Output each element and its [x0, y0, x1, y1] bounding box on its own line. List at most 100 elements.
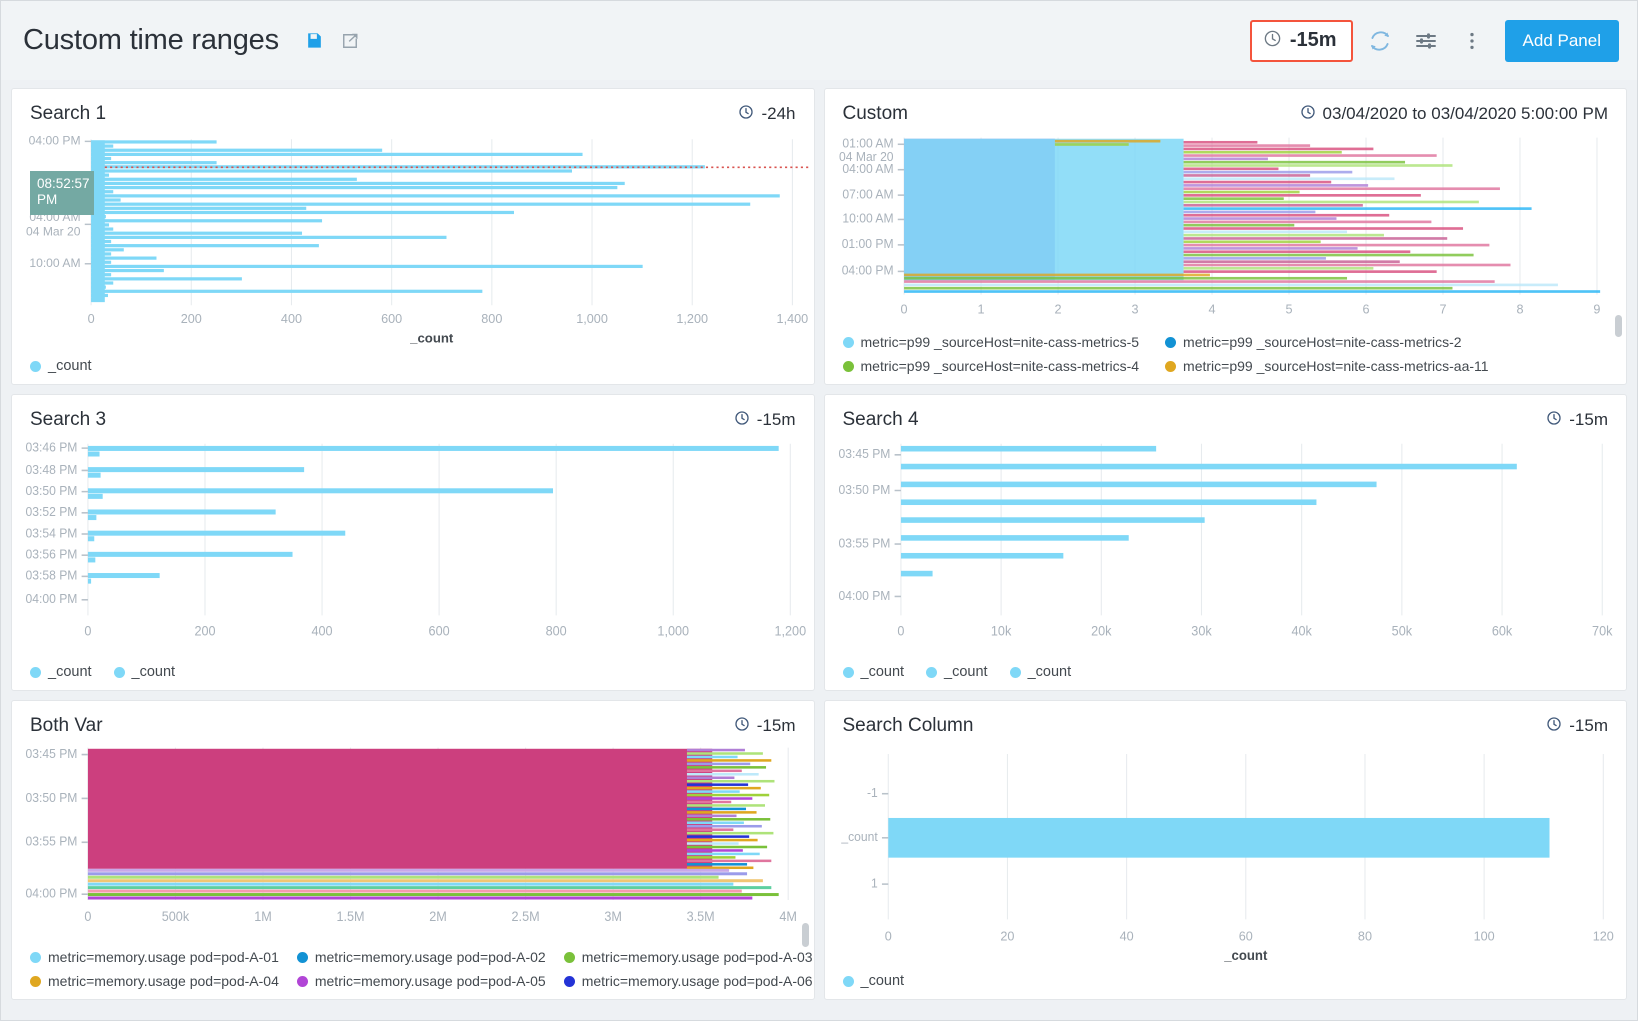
- svg-text:3M: 3M: [604, 908, 622, 924]
- filter-settings-icon[interactable]: [1407, 22, 1445, 60]
- chart-search-column[interactable]: -1 _count 1 0 20 40 60 80 100 120: [825, 743, 1627, 969]
- clock-icon: [1263, 29, 1282, 53]
- svg-text:03:50 PM: 03:50 PM: [26, 789, 78, 805]
- chart-search-3[interactable]: 03:46 PM 03:48 PM 03:50 PM 03:52 PM 03:5…: [12, 437, 814, 660]
- panel-time-range[interactable]: 03/04/2020 to 03/04/2020 5:00:00 PM: [1300, 104, 1608, 125]
- panel-header: Search 1 -24h: [12, 89, 814, 131]
- legend-color-dot: [1165, 361, 1176, 372]
- panel-time-range[interactable]: -15m: [1546, 410, 1608, 431]
- svg-text:1.5M: 1.5M: [336, 908, 364, 924]
- legend-item[interactable]: metric=memory.usage pod=pod-A-04: [30, 973, 279, 989]
- more-options-icon[interactable]: [1453, 22, 1491, 60]
- x-axis-label: _count: [409, 331, 454, 346]
- legend-color-dot: [30, 976, 41, 987]
- legend-item[interactable]: _count: [30, 358, 92, 374]
- svg-text:3.5M: 3.5M: [687, 908, 715, 924]
- svg-text:03:55 PM: 03:55 PM: [26, 833, 78, 849]
- panel-title: Search 3: [30, 409, 106, 431]
- panel-title: Both Var: [30, 715, 103, 737]
- panel-header: Custom 03/04/2020 to 03/04/2020 5:00:00 …: [825, 89, 1627, 131]
- svg-text:0: 0: [84, 908, 91, 924]
- svg-text:03:50 PM: 03:50 PM: [26, 484, 78, 498]
- panel-time-label: -15m: [757, 716, 796, 736]
- panel-time-range[interactable]: -15m: [734, 410, 796, 431]
- chart-search-4[interactable]: 03:45 PM 03:50 PM 03:55 PM 04:00 PM 0 10…: [825, 437, 1627, 660]
- svg-text:9: 9: [1593, 301, 1600, 316]
- legend-item[interactable]: metric=memory.usage pod=pod-A-01: [30, 949, 279, 965]
- panel-time-label: -15m: [1569, 716, 1608, 736]
- legend-label: _count: [1028, 664, 1072, 680]
- legend-item[interactable]: _count: [30, 664, 92, 680]
- svg-text:1,200: 1,200: [774, 623, 806, 638]
- clock-icon: [1546, 716, 1562, 737]
- panel-title: Search 1: [30, 103, 106, 125]
- svg-text:20k: 20k: [1091, 623, 1112, 638]
- svg-text:600: 600: [429, 623, 450, 638]
- svg-text:200: 200: [181, 312, 202, 326]
- svg-text:4: 4: [1208, 301, 1215, 316]
- panel-time-label: -24h: [761, 104, 795, 124]
- legend-label: _count: [861, 664, 905, 680]
- svg-text:03:45 PM: 03:45 PM: [838, 447, 890, 461]
- legend-custom: metric=p99 _sourceHost=nite-cass-metrics…: [825, 330, 1627, 384]
- panel-chart-area: -1 _count 1 0 20 40 60 80 100 120: [825, 743, 1627, 969]
- save-icon[interactable]: [305, 31, 324, 50]
- legend-scrollbar[interactable]: [802, 923, 809, 947]
- legend-color-dot: [30, 361, 41, 372]
- legend-item[interactable]: _count: [843, 664, 905, 680]
- svg-text:03:52 PM: 03:52 PM: [26, 505, 78, 519]
- legend-item[interactable]: metric=memory.usage pod=pod-A-03: [564, 949, 813, 965]
- legend-item[interactable]: _count: [843, 973, 905, 989]
- legend-color-dot: [30, 667, 41, 678]
- legend-item[interactable]: metric=p99 _sourceHost=nite-cass-metrics…: [1165, 334, 1462, 350]
- legend-item[interactable]: _count: [926, 664, 988, 680]
- panel-grid: Search 1 -24h: [1, 80, 1637, 1010]
- panel-time-range[interactable]: -24h: [738, 104, 795, 125]
- svg-text:400: 400: [281, 312, 302, 326]
- legend-label: metric=memory.usage pod=pod-A-04: [48, 973, 279, 989]
- legend-item[interactable]: metric=p99 _sourceHost=nite-cass-metrics…: [843, 334, 1140, 350]
- svg-text:04 Mar 20: 04 Mar 20: [26, 225, 81, 239]
- legend-search-column: _count: [825, 969, 1627, 999]
- clock-icon: [738, 104, 754, 125]
- panel-time-range[interactable]: -15m: [734, 716, 796, 737]
- chart-svg: -1 _count 1 0 20 40 60 80 100 120: [825, 743, 1627, 969]
- legend-item[interactable]: _count: [1010, 664, 1072, 680]
- panel-search-1: Search 1 -24h: [11, 88, 815, 385]
- svg-text:04:00 PM: 04:00 PM: [838, 588, 890, 602]
- svg-text:03:54 PM: 03:54 PM: [26, 526, 78, 540]
- svg-text:01:00 AM: 01:00 AM: [842, 136, 893, 150]
- panel-time-range[interactable]: -15m: [1546, 716, 1608, 737]
- svg-text:500k: 500k: [162, 908, 190, 924]
- panel-time-label: -15m: [757, 410, 796, 430]
- legend-item[interactable]: _count: [114, 664, 176, 680]
- legend-item[interactable]: metric=p99 _sourceHost=nite-cass-metrics…: [1165, 358, 1489, 374]
- time-range-picker[interactable]: -15m: [1250, 20, 1353, 62]
- chart-scrollbar[interactable]: [1615, 315, 1622, 337]
- legend-item[interactable]: metric=p99 _sourceHost=nite-cass-metrics…: [843, 358, 1140, 374]
- chart-both-var[interactable]: 03:45 PM 03:50 PM 03:55 PM 04:00 PM 0 50…: [12, 743, 814, 945]
- dashboard-root: Custom time ranges: [0, 0, 1638, 1021]
- export-icon[interactable]: [340, 31, 360, 51]
- legend-label: metric=p99 _sourceHost=nite-cass-metrics…: [861, 358, 1140, 374]
- svg-text:03:50 PM: 03:50 PM: [838, 483, 890, 497]
- legend-item[interactable]: metric=memory.usage pod=pod-A-02: [297, 949, 546, 965]
- refresh-icon[interactable]: [1361, 22, 1399, 60]
- add-panel-button[interactable]: Add Panel: [1505, 20, 1619, 62]
- page-title: Custom time ranges: [23, 24, 279, 57]
- svg-text:60k: 60k: [1491, 623, 1512, 638]
- legend-item[interactable]: metric=memory.usage pod=pod-A-06: [564, 973, 813, 989]
- panel-chart-area: 01:00 AM 04 Mar 20 04:00 AM 07:00 AM 10:…: [825, 131, 1627, 330]
- legend-label: _count: [944, 664, 988, 680]
- x-axis-label: _count: [1223, 948, 1268, 963]
- svg-text:0: 0: [897, 623, 904, 638]
- svg-text:0: 0: [884, 928, 891, 943]
- panel-title: Search Column: [843, 715, 974, 737]
- bar: [888, 818, 1549, 858]
- svg-text:03:45 PM: 03:45 PM: [26, 745, 78, 761]
- chart-search-1[interactable]: 04:00 PM 04:00 AM 04 Mar 20 10:00 AM 0 2…: [12, 131, 814, 354]
- legend-item[interactable]: metric=memory.usage pod=pod-A-05: [297, 973, 546, 989]
- panel-search-column: Search Column -15m: [824, 700, 1628, 1000]
- legend-label: _count: [48, 664, 92, 680]
- chart-custom[interactable]: 01:00 AM 04 Mar 20 04:00 AM 07:00 AM 10:…: [825, 131, 1627, 330]
